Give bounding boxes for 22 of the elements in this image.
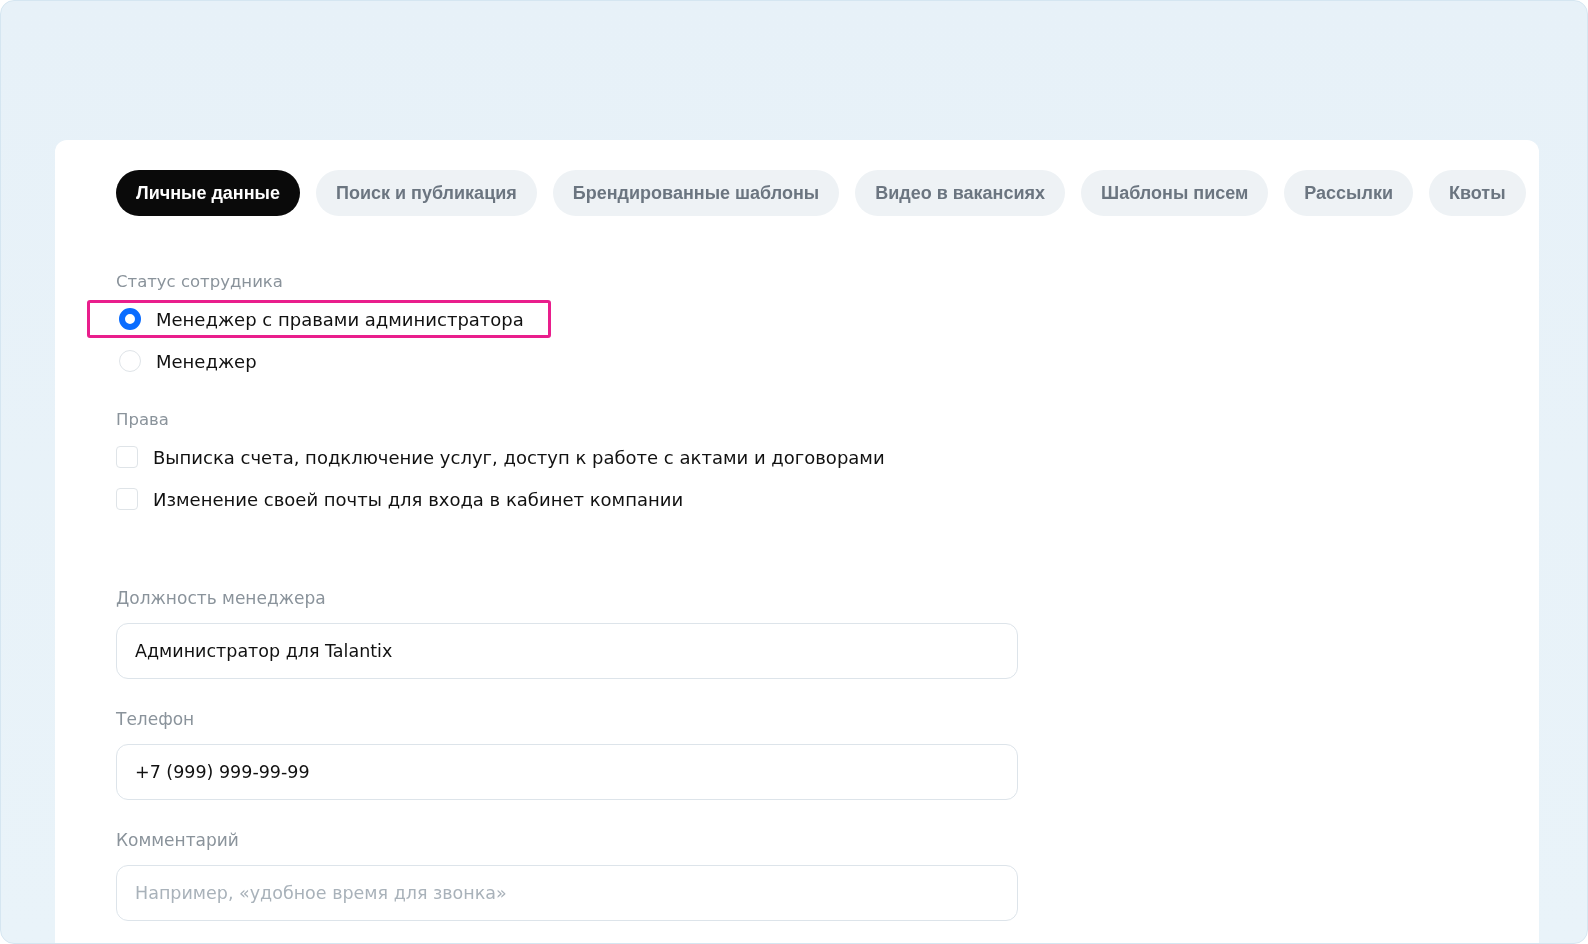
tab[interactable]: Квоты [1429,170,1526,216]
radio-button[interactable] [119,308,141,330]
radio-label: Менеджер [156,350,257,372]
checkbox-label: Выписка счета, подключение услуг, доступ к работе с актами и договорами [153,446,885,468]
checkbox[interactable] [116,446,138,468]
tab[interactable]: Шаблоны писем [1081,170,1269,216]
tab[interactable]: Брендированные шаблоны [552,170,840,216]
field-label: Комментарий [116,830,240,850]
input-field[interactable]: Администратор для Talantix [116,623,1018,679]
input-field[interactable]: Например, «удобное время для звонка» [116,865,1018,921]
tab[interactable]: Видео в вакансиях [855,170,1066,216]
section-label: Права [116,410,170,429]
tab[interactable]: Личные данные [116,170,300,216]
tab[interactable]: Поиск и публикация [315,170,537,216]
tab[interactable]: Рассылки [1284,170,1413,216]
section-label: Статус сотрудника [116,272,284,291]
field-label: Должность менеджера [116,588,327,608]
radio-label: Менеджер с правами администратора [156,308,524,330]
field-label: Телефон [116,709,196,729]
checkbox[interactable] [116,488,138,510]
input-field[interactable]: +7 (999) 999-99-99 [116,744,1018,800]
checkbox-label: Изменение своей почты для входа в кабинет компании [153,488,684,510]
